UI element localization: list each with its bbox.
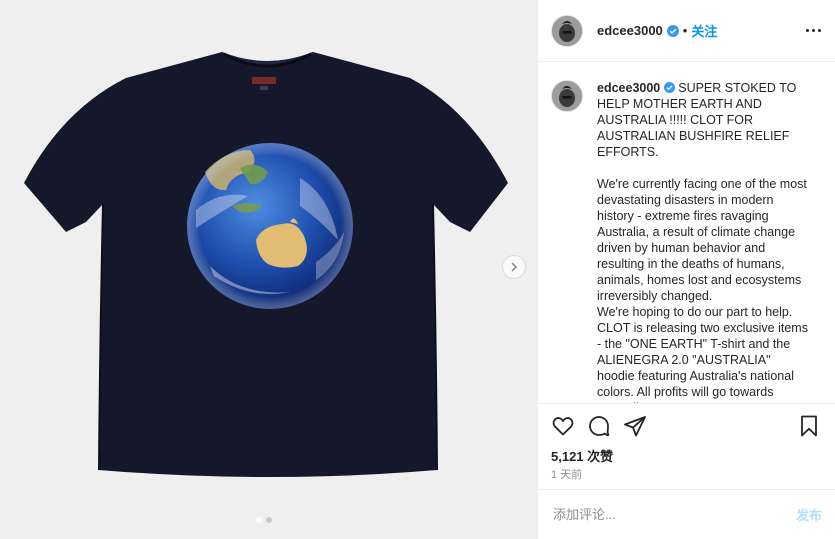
carousel-indicator	[256, 517, 272, 523]
comment-bubble-icon	[589, 416, 610, 437]
post-sidebar: edcee3000 • 关注 edcee3000 SUPER STOKED TO…	[537, 0, 835, 539]
heart-icon	[552, 417, 574, 436]
carousel-dot-active	[256, 517, 262, 523]
caption-section[interactable]: edcee3000 SUPER STOKED TO HELP MOTHER EA…	[538, 62, 835, 404]
more-options-icon[interactable]	[806, 29, 821, 32]
verified-badge-icon	[663, 82, 675, 93]
save-button[interactable]	[797, 414, 821, 438]
next-image-button[interactable]	[502, 255, 526, 279]
avatar-image	[552, 81, 582, 111]
verified-badge-icon	[666, 24, 679, 37]
earth-graphic	[187, 143, 353, 309]
bookmark-icon	[801, 415, 817, 437]
avatar[interactable]	[551, 14, 583, 47]
post-comment-button[interactable]: 发布	[796, 505, 822, 524]
post-media[interactable]	[0, 0, 537, 539]
carousel-dot	[266, 517, 272, 523]
post-header: edcee3000 • 关注	[538, 0, 835, 62]
paper-plane-icon	[624, 416, 646, 437]
username-link[interactable]: edcee3000	[597, 23, 663, 38]
likes-count[interactable]: 5,121 次赞	[538, 448, 835, 466]
comment-form: 发布	[538, 489, 835, 539]
post-dialog: edcee3000 • 关注 edcee3000 SUPER STOKED TO…	[0, 0, 835, 539]
share-button[interactable]	[623, 414, 647, 438]
comment-input[interactable]	[551, 506, 796, 523]
post-timestamp[interactable]: 1 天前	[538, 468, 835, 482]
action-bar	[538, 404, 835, 448]
like-button[interactable]	[551, 414, 575, 438]
chevron-right-icon	[511, 262, 518, 272]
separator-dot: •	[682, 23, 688, 38]
caption-username[interactable]: edcee3000	[597, 81, 660, 95]
avatar[interactable]	[551, 80, 583, 112]
post-caption: edcee3000 SUPER STOKED TO HELP MOTHER EA…	[597, 80, 809, 403]
comment-button[interactable]	[587, 414, 611, 438]
caption-text: SUPER STOKED TO HELP MOTHER EARTH AND AU…	[597, 81, 808, 403]
follow-button[interactable]: 关注	[691, 21, 717, 40]
avatar-image	[552, 15, 582, 46]
tshirt-image	[24, 52, 508, 477]
